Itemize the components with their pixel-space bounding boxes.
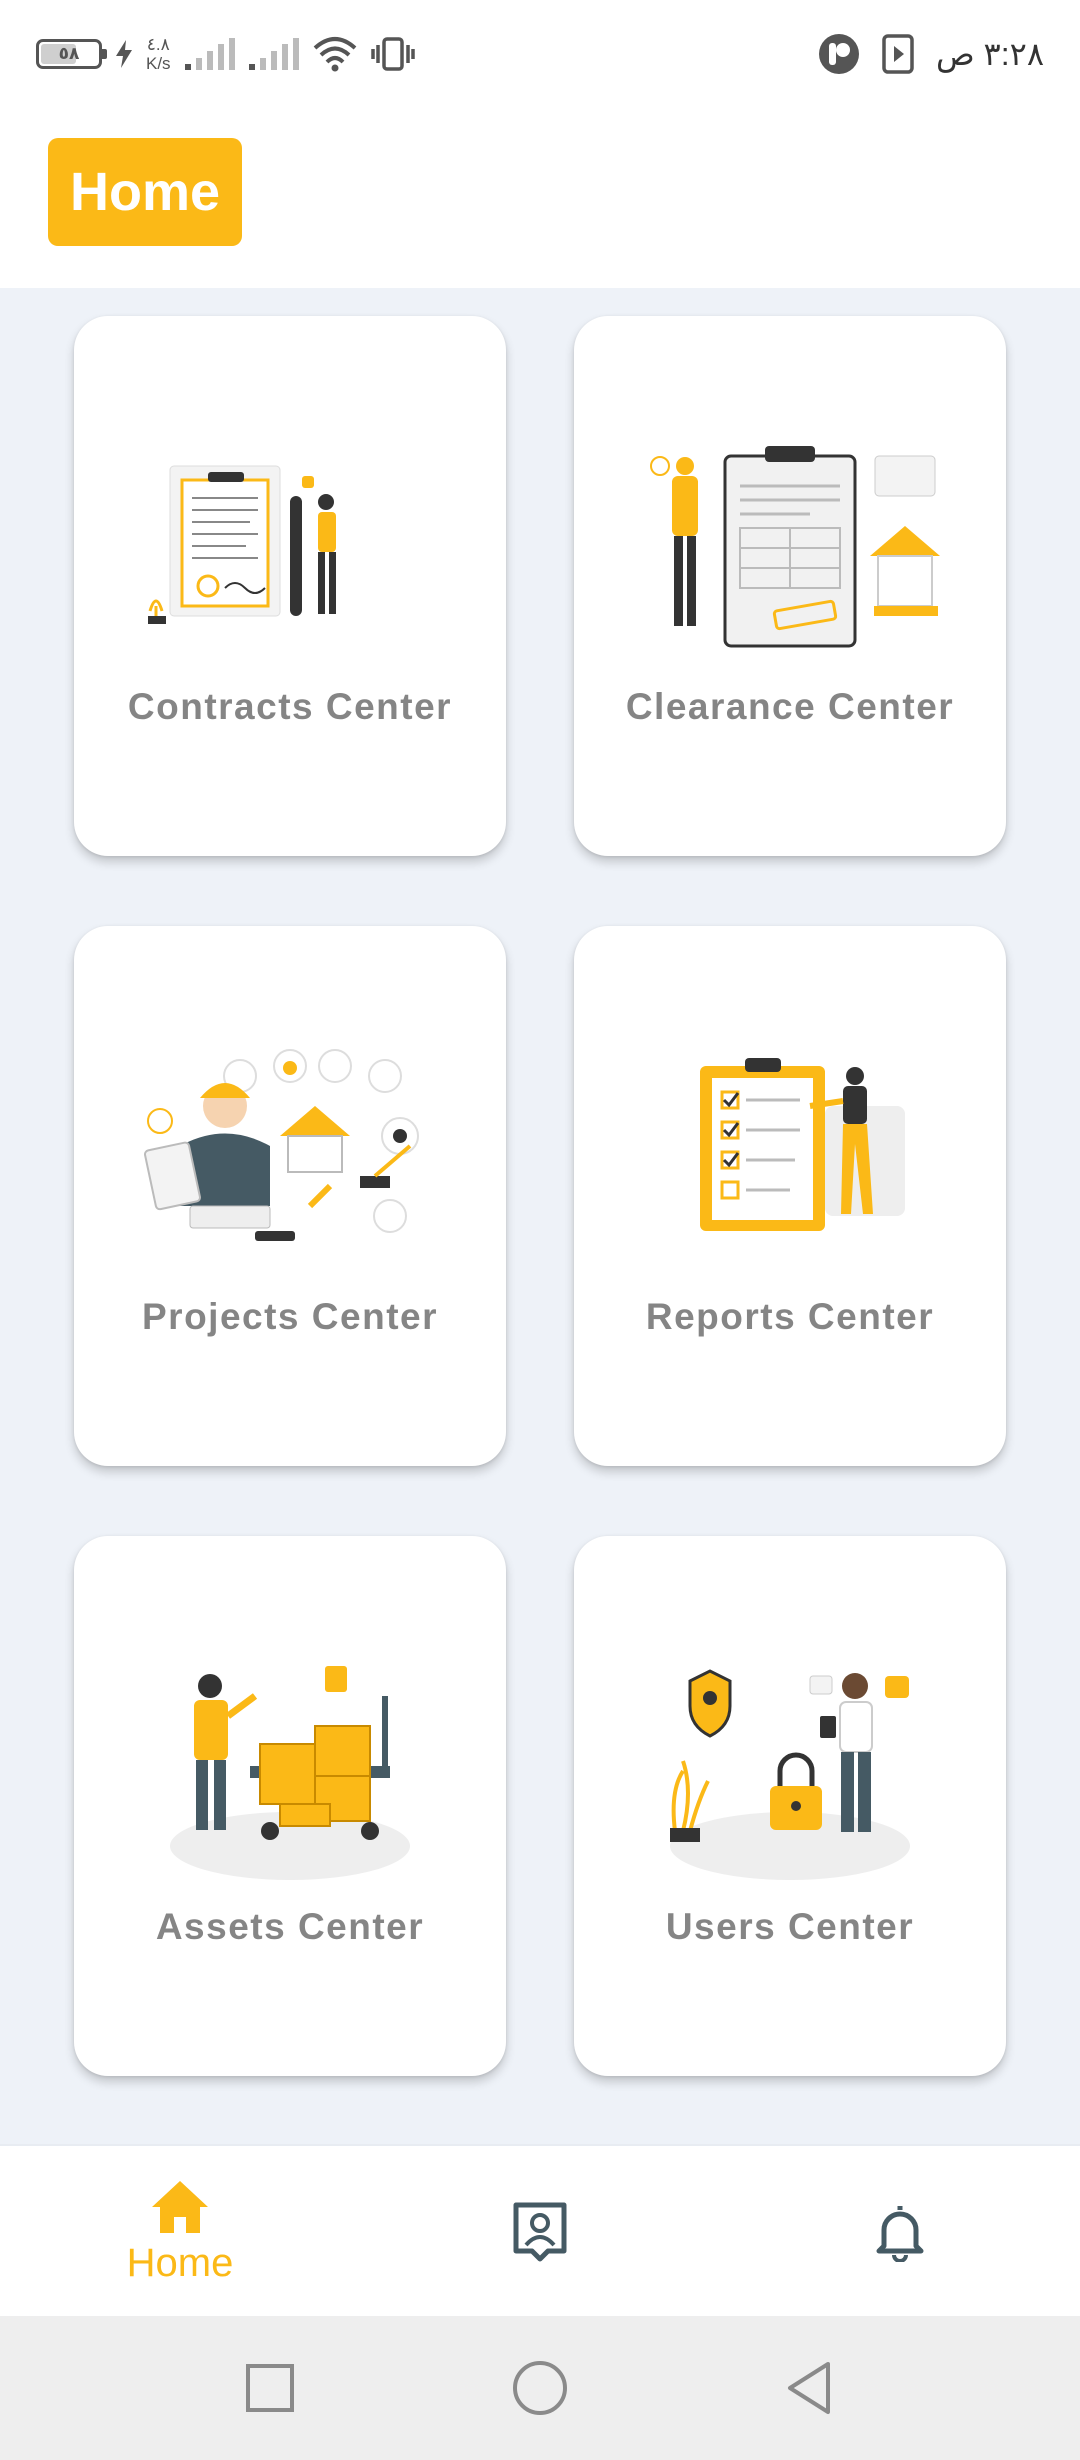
home-icon [152,2180,208,2233]
battery-level: ٥٨ [58,44,80,63]
bottom-navigation: Home [0,2144,1080,2318]
net-speed: ٤.٨ K/s [146,35,171,73]
page-title: Home [48,138,242,246]
app-notification-icon [818,34,859,74]
clearance-illustration [650,446,940,648]
users-center-card[interactable]: Users Center [574,1536,1006,2076]
app-header: Home [0,108,1080,288]
contact-card-icon [513,2202,567,2262]
card-label: Clearance Center [625,686,955,727]
net-speed-unit: K/s [146,54,171,73]
recent-apps-icon[interactable] [238,2356,302,2420]
card-label: Contracts Center [127,686,453,727]
status-time: ٣:٢٨ ص [935,36,1044,72]
nav-notifications[interactable] [840,2146,960,2318]
card-label: Assets Center [155,1906,425,1947]
nav-contacts[interactable] [480,2146,600,2318]
system-navigation-bar [0,2316,1080,2460]
signal-icon-1 [184,38,235,70]
users-illustration [670,1669,910,1880]
net-speed-value: ٤.٨ [146,35,170,54]
clearance-center-card[interactable]: Clearance Center [574,316,1006,856]
projects-illustration [143,1049,419,1241]
card-label: Projects Center [142,1296,438,1337]
status-bar: ٥٨ ٤.٨ K/s ٣:٢٨ ص [0,0,1080,108]
card-label: Users Center [665,1906,915,1947]
assets-center-card[interactable]: Assets Center [74,1536,506,2076]
reports-illustration [700,1058,905,1231]
wifi-icon [313,37,356,72]
vibrate-icon [370,37,415,71]
projects-center-card[interactable]: Projects Center [74,926,506,1466]
media-play-icon [882,34,914,74]
battery-icon: ٥٨ [36,39,107,69]
nav-home-label: Home [126,2240,234,2285]
home-button-icon[interactable] [508,2356,572,2420]
reports-center-card[interactable]: Reports Center [574,926,1006,1466]
bell-icon [876,2206,924,2262]
contracts-center-card[interactable]: Contracts Center [74,316,506,856]
card-label: Reports Center [645,1296,935,1337]
assets-illustration [170,1666,410,1880]
signal-icon-2 [248,38,299,70]
charging-icon [116,40,132,68]
nav-home[interactable]: Home [100,2146,260,2318]
contracts-illustration [148,465,336,624]
back-icon[interactable] [778,2356,842,2420]
